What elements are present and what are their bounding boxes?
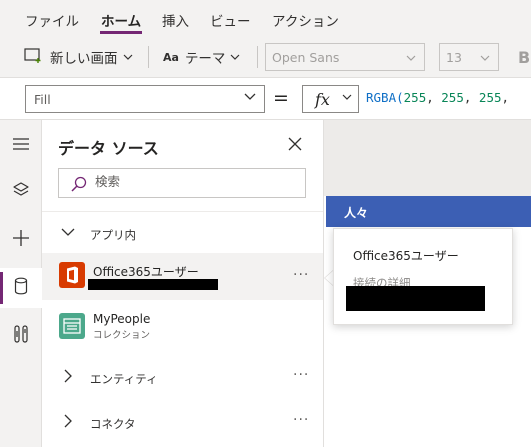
menu-insert[interactable]: 挿入 — [162, 10, 189, 30]
menu-action[interactable]: アクション — [272, 10, 339, 30]
bold-button[interactable]: B — [518, 36, 530, 78]
section-connectors-label: コネクタ — [90, 417, 136, 431]
panel-divider — [42, 211, 323, 212]
menu-view[interactable]: ビュー — [210, 10, 251, 30]
menu-file[interactable]: ファイル — [25, 10, 79, 30]
left-rail — [0, 120, 42, 447]
menu-home[interactable]: ホーム — [101, 10, 141, 30]
formula-arg-b: 255 — [478, 90, 502, 105]
chevron-right-icon — [64, 369, 72, 383]
section-in-app-label: アプリ内 — [90, 228, 136, 242]
formula-bar: Fill = fx RGBA(255, 255, 255, — [0, 78, 531, 120]
theme-label: テーマ — [184, 51, 226, 67]
app-header-title: 人々 — [344, 206, 369, 220]
chevron-down-icon — [244, 93, 256, 100]
plus-icon — [12, 229, 30, 251]
new-screen-icon — [24, 47, 42, 67]
panel-title: データ ソース — [58, 139, 159, 158]
chevron-down-icon — [480, 55, 490, 61]
font-family-value: Open Sans — [272, 49, 340, 65]
formula-function: RGBA( — [366, 90, 404, 105]
insert-button[interactable] — [0, 220, 42, 260]
theme-icon: Aa — [163, 50, 179, 64]
data-sources-button[interactable] — [0, 268, 42, 308]
data-sources-panel: データ ソース アプリ内 Office365ユーザー ··· MyPeople … — [42, 120, 324, 447]
formula-separator: , — [463, 90, 479, 105]
chevron-down-icon — [230, 54, 240, 60]
theme-button[interactable]: Aa テーマ — [163, 36, 240, 78]
database-icon — [14, 277, 28, 299]
section-entities[interactable]: エンティティ ··· — [42, 361, 323, 397]
font-size-dropdown[interactable]: 13 — [439, 43, 499, 71]
new-screen-button[interactable]: 新しい画面 — [24, 36, 133, 78]
data-source-office365[interactable]: Office365ユーザー ··· — [42, 253, 323, 300]
section-entities-label: エンティティ — [90, 372, 158, 386]
equals-sign: = — [273, 87, 289, 109]
section-connectors[interactable]: コネクタ ··· — [42, 406, 323, 442]
hamburger-icon — [13, 135, 29, 154]
redacted-text — [346, 286, 485, 311]
data-source-name: MyPeople — [93, 312, 151, 326]
property-dropdown[interactable]: Fill — [25, 85, 265, 113]
formula-arg-r: 255 — [403, 90, 427, 105]
search-box — [58, 168, 306, 198]
office-icon — [59, 262, 85, 288]
tree-view-button[interactable] — [0, 172, 42, 212]
toolbar-separator — [148, 46, 149, 68]
font-family-dropdown[interactable]: Open Sans — [265, 43, 425, 71]
search-input[interactable] — [95, 174, 295, 189]
callout-title: Office365ユーザー — [353, 249, 459, 263]
property-value: Fill — [34, 92, 51, 107]
chevron-down-icon — [61, 228, 75, 236]
more-options-icon[interactable]: ··· — [293, 267, 309, 283]
data-source-type: コレクション — [93, 330, 151, 341]
collection-icon — [59, 313, 85, 339]
search-icon — [71, 176, 87, 196]
menu-bar: ファイル ホーム 挿入 ビュー アクション — [0, 0, 531, 36]
canvas-background — [324, 120, 531, 196]
data-source-mypeople[interactable]: MyPeople コレクション — [42, 301, 323, 349]
formula-separator: , — [426, 90, 442, 105]
chevron-down-icon — [123, 54, 133, 60]
data-source-name: Office365ユーザー — [93, 265, 199, 279]
tools-icon — [13, 325, 29, 347]
app-header-bar[interactable]: 人々 — [326, 196, 531, 227]
fx-icon: fx — [315, 89, 330, 109]
more-options-icon[interactable]: ··· — [293, 412, 309, 428]
redacted-text — [88, 279, 218, 290]
formula-arg-g: 255 — [441, 90, 464, 105]
formula-input[interactable]: RGBA(255, 255, 255, — [366, 90, 509, 105]
font-size-value: 13 — [446, 49, 462, 65]
hamburger-menu-button[interactable] — [0, 124, 42, 164]
chevron-right-icon — [64, 414, 72, 428]
section-in-app[interactable]: アプリ内 — [42, 217, 323, 253]
fx-button[interactable]: fx — [302, 85, 359, 113]
formula-separator: , — [501, 90, 510, 105]
new-screen-label: 新しい画面 — [50, 51, 118, 67]
chevron-down-icon — [406, 55, 416, 61]
ribbon-toolbar: 新しい画面 Aa テーマ Open Sans 13 B — [0, 36, 531, 78]
toolbar-separator — [257, 46, 258, 68]
layers-icon — [12, 181, 30, 203]
tools-button[interactable] — [0, 316, 42, 356]
active-menu-indicator — [100, 31, 142, 34]
more-options-icon[interactable]: ··· — [293, 367, 309, 383]
chevron-down-icon — [342, 94, 352, 100]
close-icon[interactable] — [288, 136, 302, 155]
data-source-callout: Office365ユーザー 接続の詳細 — [333, 228, 513, 325]
